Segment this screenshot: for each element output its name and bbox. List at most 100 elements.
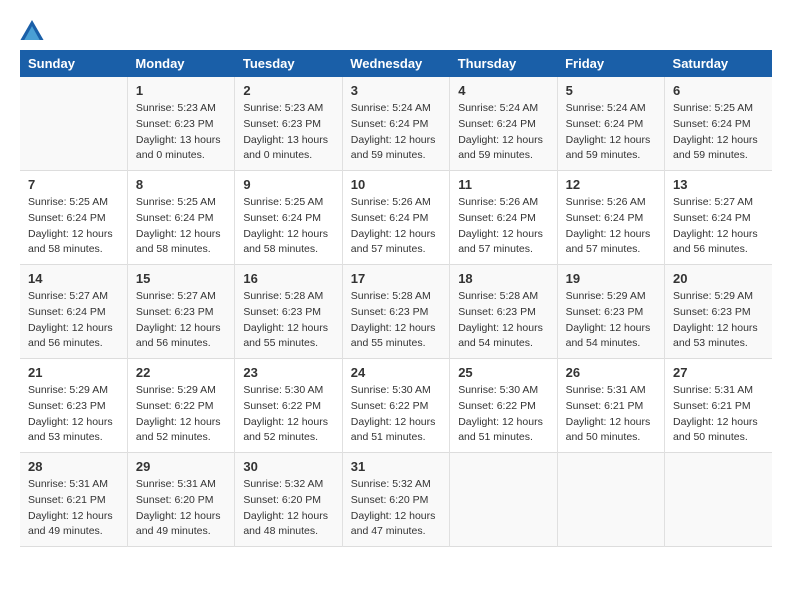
day-info: Sunrise: 5:29 AMSunset: 6:23 PMDaylight:… xyxy=(673,289,764,352)
calendar-cell: 22 Sunrise: 5:29 AMSunset: 6:22 PMDayligh… xyxy=(127,359,234,453)
day-info: Sunrise: 5:32 AMSunset: 6:20 PMDaylight:… xyxy=(243,477,333,540)
day-number: 14 xyxy=(28,271,119,286)
day-info: Sunrise: 5:26 AMSunset: 6:24 PMDaylight:… xyxy=(566,195,656,258)
calendar-cell: 4 Sunrise: 5:24 AMSunset: 6:24 PMDaylight… xyxy=(450,77,557,171)
column-header-sunday: Sunday xyxy=(20,50,127,77)
day-info: Sunrise: 5:31 AMSunset: 6:21 PMDaylight:… xyxy=(28,477,119,540)
day-number: 13 xyxy=(673,177,764,192)
day-info: Sunrise: 5:25 AMSunset: 6:24 PMDaylight:… xyxy=(243,195,333,258)
day-number: 1 xyxy=(136,83,226,98)
day-number: 9 xyxy=(243,177,333,192)
day-number: 17 xyxy=(351,271,441,286)
day-info: Sunrise: 5:31 AMSunset: 6:21 PMDaylight:… xyxy=(673,383,764,446)
calendar-cell: 24Sunrise: 5:30 AMSunset: 6:22 PMDayligh… xyxy=(342,359,449,453)
calendar-cell: 11Sunrise: 5:26 AMSunset: 6:24 PMDayligh… xyxy=(450,171,557,265)
day-number: 26 xyxy=(566,365,656,380)
day-number: 25 xyxy=(458,365,548,380)
calendar-cell: 9 Sunrise: 5:25 AMSunset: 6:24 PMDaylight… xyxy=(235,171,342,265)
day-info: Sunrise: 5:32 AMSunset: 6:20 PMDaylight:… xyxy=(351,477,441,540)
day-number: 19 xyxy=(566,271,656,286)
day-info: Sunrise: 5:25 AMSunset: 6:24 PMDaylight:… xyxy=(28,195,119,258)
calendar-cell: 6Sunrise: 5:25 AMSunset: 6:24 PMDaylight… xyxy=(665,77,772,171)
column-header-tuesday: Tuesday xyxy=(235,50,342,77)
calendar-cell xyxy=(665,453,772,547)
calendar-cell: 28 Sunrise: 5:31 AMSunset: 6:21 PMDayligh… xyxy=(20,453,127,547)
column-header-friday: Friday xyxy=(557,50,664,77)
calendar-cell: 27 Sunrise: 5:31 AMSunset: 6:21 PMDayligh… xyxy=(665,359,772,453)
day-info: Sunrise: 5:24 AMSunset: 6:24 PMDaylight:… xyxy=(566,101,656,164)
day-info: Sunrise: 5:28 AMSunset: 6:23 PMDaylight:… xyxy=(351,289,441,352)
day-info: Sunrise: 5:29 AMSunset: 6:23 PMDaylight:… xyxy=(28,383,119,446)
day-info: Sunrise: 5:27 AMSunset: 6:24 PMDaylight:… xyxy=(28,289,119,352)
calendar-cell xyxy=(20,77,127,171)
day-number: 30 xyxy=(243,459,333,474)
calendar-cell: 8 Sunrise: 5:25 AMSunset: 6:24 PMDaylight… xyxy=(127,171,234,265)
calendar-cell: 13Sunrise: 5:27 AMSunset: 6:24 PMDayligh… xyxy=(665,171,772,265)
day-number: 3 xyxy=(351,83,441,98)
calendar-cell: 20 Sunrise: 5:29 AMSunset: 6:23 PMDayligh… xyxy=(665,265,772,359)
day-number: 15 xyxy=(136,271,226,286)
day-info: Sunrise: 5:25 AMSunset: 6:24 PMDaylight:… xyxy=(673,101,764,164)
calendar-week-row: 28 Sunrise: 5:31 AMSunset: 6:21 PMDayligh… xyxy=(20,453,772,547)
logo-icon xyxy=(20,20,44,40)
day-info: Sunrise: 5:31 AMSunset: 6:20 PMDaylight:… xyxy=(136,477,226,540)
day-number: 21 xyxy=(28,365,119,380)
logo xyxy=(20,20,48,40)
calendar-cell: 21 Sunrise: 5:29 AMSunset: 6:23 PMDayligh… xyxy=(20,359,127,453)
calendar-cell: 25 Sunrise: 5:30 AMSunset: 6:22 PMDayligh… xyxy=(450,359,557,453)
column-header-wednesday: Wednesday xyxy=(342,50,449,77)
calendar-cell: 29 Sunrise: 5:31 AMSunset: 6:20 PMDayligh… xyxy=(127,453,234,547)
day-info: Sunrise: 5:31 AMSunset: 6:21 PMDaylight:… xyxy=(566,383,656,446)
calendar-cell: 30 Sunrise: 5:32 AMSunset: 6:20 PMDayligh… xyxy=(235,453,342,547)
column-header-saturday: Saturday xyxy=(665,50,772,77)
day-info: Sunrise: 5:28 AMSunset: 6:23 PMDaylight:… xyxy=(458,289,548,352)
calendar-cell: 10 Sunrise: 5:26 AMSunset: 6:24 PMDayligh… xyxy=(342,171,449,265)
calendar-cell: 31 Sunrise: 5:32 AMSunset: 6:20 PMDayligh… xyxy=(342,453,449,547)
column-header-monday: Monday xyxy=(127,50,234,77)
day-info: Sunrise: 5:30 AMSunset: 6:22 PMDaylight:… xyxy=(458,383,548,446)
day-info: Sunrise: 5:24 AMSunset: 6:24 PMDaylight:… xyxy=(351,101,441,164)
day-info: Sunrise: 5:26 AMSunset: 6:24 PMDaylight:… xyxy=(351,195,441,258)
day-number: 16 xyxy=(243,271,333,286)
calendar-cell: 7 Sunrise: 5:25 AMSunset: 6:24 PMDaylight… xyxy=(20,171,127,265)
day-number: 18 xyxy=(458,271,548,286)
day-number: 29 xyxy=(136,459,226,474)
day-number: 24 xyxy=(351,365,441,380)
column-header-thursday: Thursday xyxy=(450,50,557,77)
day-info: Sunrise: 5:23 AMSunset: 6:23 PMDaylight:… xyxy=(136,101,226,164)
day-info: Sunrise: 5:29 AMSunset: 6:22 PMDaylight:… xyxy=(136,383,226,446)
day-number: 2 xyxy=(243,83,333,98)
page-header xyxy=(20,20,772,40)
day-info: Sunrise: 5:23 AMSunset: 6:23 PMDaylight:… xyxy=(243,101,333,164)
day-number: 23 xyxy=(243,365,333,380)
day-info: Sunrise: 5:24 AMSunset: 6:24 PMDaylight:… xyxy=(458,101,548,164)
calendar-week-row: 21 Sunrise: 5:29 AMSunset: 6:23 PMDayligh… xyxy=(20,359,772,453)
day-number: 4 xyxy=(458,83,548,98)
calendar-week-row: 14 Sunrise: 5:27 AMSunset: 6:24 PMDayligh… xyxy=(20,265,772,359)
day-number: 31 xyxy=(351,459,441,474)
day-number: 28 xyxy=(28,459,119,474)
calendar-week-row: 7 Sunrise: 5:25 AMSunset: 6:24 PMDaylight… xyxy=(20,171,772,265)
calendar-cell: 16Sunrise: 5:28 AMSunset: 6:23 PMDayligh… xyxy=(235,265,342,359)
day-info: Sunrise: 5:26 AMSunset: 6:24 PMDaylight:… xyxy=(458,195,548,258)
day-info: Sunrise: 5:25 AMSunset: 6:24 PMDaylight:… xyxy=(136,195,226,258)
calendar-cell: 3 Sunrise: 5:24 AMSunset: 6:24 PMDaylight… xyxy=(342,77,449,171)
calendar-table: SundayMondayTuesdayWednesdayThursdayFrid… xyxy=(20,50,772,547)
day-number: 7 xyxy=(28,177,119,192)
day-info: Sunrise: 5:29 AMSunset: 6:23 PMDaylight:… xyxy=(566,289,656,352)
calendar-week-row: 1 Sunrise: 5:23 AMSunset: 6:23 PMDaylight… xyxy=(20,77,772,171)
calendar-cell: 18 Sunrise: 5:28 AMSunset: 6:23 PMDayligh… xyxy=(450,265,557,359)
day-info: Sunrise: 5:30 AMSunset: 6:22 PMDaylight:… xyxy=(243,383,333,446)
calendar-cell: 14 Sunrise: 5:27 AMSunset: 6:24 PMDayligh… xyxy=(20,265,127,359)
day-number: 8 xyxy=(136,177,226,192)
calendar-cell: 2 Sunrise: 5:23 AMSunset: 6:23 PMDaylight… xyxy=(235,77,342,171)
calendar-header-row: SundayMondayTuesdayWednesdayThursdayFrid… xyxy=(20,50,772,77)
calendar-cell xyxy=(450,453,557,547)
day-number: 20 xyxy=(673,271,764,286)
calendar-cell: 1 Sunrise: 5:23 AMSunset: 6:23 PMDaylight… xyxy=(127,77,234,171)
day-number: 12 xyxy=(566,177,656,192)
day-number: 27 xyxy=(673,365,764,380)
calendar-cell: 26 Sunrise: 5:31 AMSunset: 6:21 PMDayligh… xyxy=(557,359,664,453)
day-number: 22 xyxy=(136,365,226,380)
day-number: 10 xyxy=(351,177,441,192)
